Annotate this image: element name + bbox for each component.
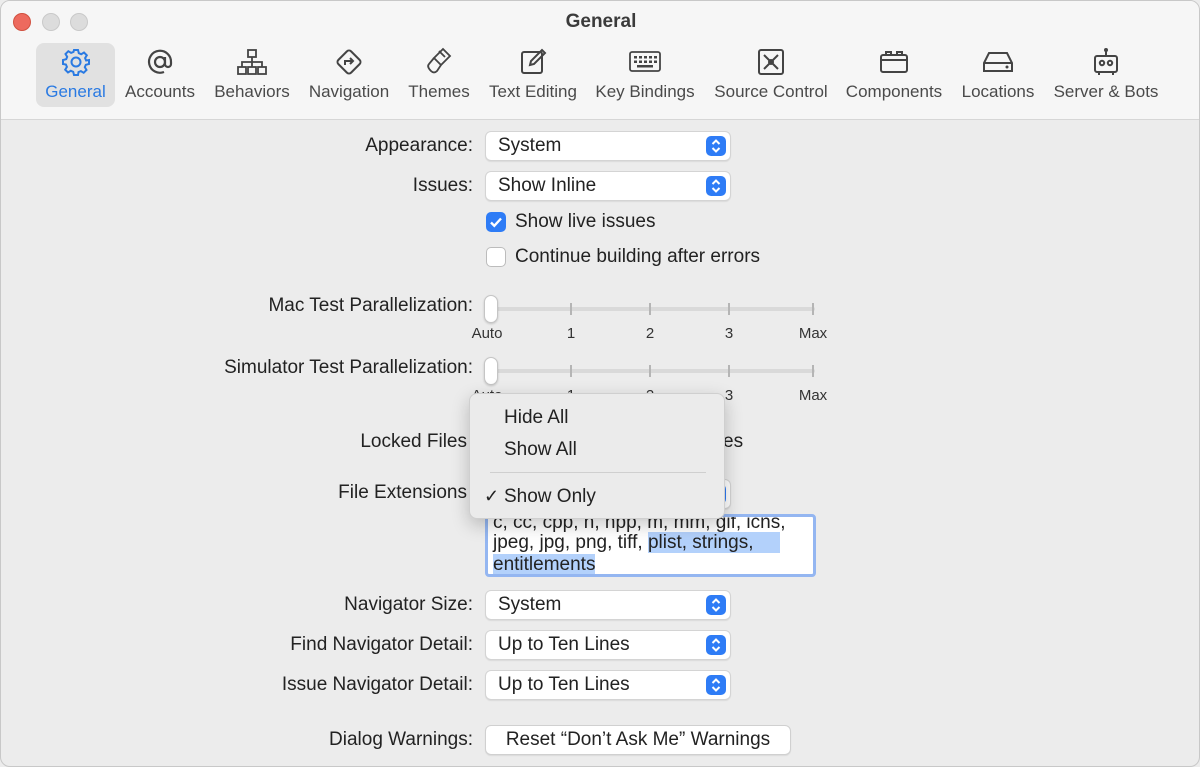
tab-label: Components [845, 82, 943, 101]
find-navigator-detail-value: Up to Ten Lines [498, 634, 630, 655]
continue-building-checkbox[interactable] [486, 247, 506, 267]
keyboard-icon [628, 43, 662, 81]
tick-mark [728, 365, 730, 377]
find-navigator-detail-popup[interactable]: Up to Ten Lines [485, 630, 731, 660]
file-extensions-line2-plain: jpeg, jpg, png, tiff, [493, 532, 648, 553]
appearance-label: Appearance: [365, 135, 473, 156]
behaviors-icon [236, 43, 268, 81]
issues-value: Show Inline [498, 175, 597, 196]
show-live-issues-checkbox[interactable] [486, 212, 506, 232]
navigation-icon [333, 43, 365, 81]
titlebar: General General Accounts Behaviors Navig… [1, 1, 1199, 120]
components-icon [878, 43, 910, 81]
tick-label: Auto [471, 325, 503, 342]
window-title: General [565, 11, 637, 32]
issue-navigator-detail-value: Up to Ten Lines [498, 674, 630, 695]
tab-label: Source Control [714, 82, 828, 101]
tab-server-bots[interactable]: Server & Bots [1049, 43, 1163, 107]
tab-behaviors[interactable]: Behaviors [209, 43, 295, 107]
menu-item-hide-all[interactable]: Hide All [504, 407, 568, 429]
chevron-updown-icon [706, 595, 726, 615]
tick-mark [570, 303, 572, 315]
checkmark-icon: ✓ [484, 486, 500, 506]
locked-files-value[interactable]: es [723, 431, 743, 453]
tab-label: Text Editing [489, 82, 577, 101]
navigator-size-label: Navigator Size: [344, 594, 473, 615]
edit-icon [518, 43, 548, 81]
issue-navigator-detail-popup[interactable]: Up to Ten Lines [485, 670, 731, 700]
tick-label: Max [798, 325, 828, 342]
tab-themes[interactable]: Themes [405, 43, 473, 107]
tick-mark [812, 365, 814, 377]
source-control-icon [756, 43, 786, 81]
tab-text-editing[interactable]: Text Editing [485, 43, 581, 107]
reset-warnings-button[interactable]: Reset “Don’t Ask Me” Warnings [485, 725, 791, 755]
slider-knob[interactable] [484, 357, 498, 385]
drive-icon [981, 43, 1015, 81]
brush-icon [424, 43, 454, 81]
find-navigator-detail-label: Find Navigator Detail: [290, 634, 473, 655]
menu-item-show-all[interactable]: Show All [504, 439, 577, 461]
preferences-window: General General Accounts Behaviors Navig… [0, 0, 1200, 767]
gear-icon [61, 43, 91, 81]
robot-icon [1091, 43, 1121, 81]
simulator-test-parallelization-label: Simulator Test Parallelization: [224, 357, 473, 378]
file-extensions-textarea[interactable]: c, cc, cpp, h, hpp, m, mm, gif, icns, jp… [485, 514, 816, 577]
at-icon [145, 43, 175, 81]
tick-mark [728, 303, 730, 315]
file-extensions-line2: jpeg, jpg, png, tiff, plist, strings, [493, 531, 780, 555]
tick-mark [570, 365, 572, 377]
appearance-popup[interactable]: System [485, 131, 731, 161]
issues-popup[interactable]: Show Inline [485, 171, 731, 201]
checkmark-icon [490, 217, 502, 228]
tick-label: 3 [724, 387, 734, 404]
file-extensions-label: File Extensions [338, 482, 467, 503]
tab-label: Navigation [308, 82, 390, 101]
tab-label: Behaviors [214, 82, 290, 101]
continue-building-label: Continue building after errors [515, 246, 761, 267]
tick-mark [649, 303, 651, 315]
locked-files-label: Locked Files [360, 431, 467, 452]
tab-key-bindings[interactable]: Key Bindings [593, 43, 697, 107]
selected-text: entitlements [493, 554, 596, 575]
navigator-size-popup[interactable]: System [485, 590, 731, 620]
tick-label: 3 [724, 325, 734, 342]
show-live-issues-label: Show live issues [515, 211, 656, 232]
dialog-warnings-label: Dialog Warnings: [329, 729, 473, 750]
tab-accounts[interactable]: Accounts [121, 43, 199, 107]
tick-label: Max [798, 387, 828, 404]
tab-label: Locations [961, 82, 1035, 101]
tab-label: Server & Bots [1053, 82, 1159, 101]
issues-label: Issues: [412, 175, 473, 196]
tick-mark [649, 365, 651, 377]
tick-label: 2 [645, 325, 655, 342]
slider-knob[interactable] [484, 295, 498, 323]
tab-navigation[interactable]: Navigation [304, 43, 394, 107]
issue-navigator-detail-label: Issue Navigator Detail: [281, 674, 473, 695]
menu-separator [490, 472, 706, 473]
tab-label: Key Bindings [595, 82, 695, 101]
appearance-value: System [498, 135, 562, 156]
file-extensions-line3: entitlements [493, 553, 596, 575]
tab-general[interactable]: General [36, 43, 115, 107]
menu-item-show-only[interactable]: Show Only [504, 486, 596, 508]
navigator-size-value: System [498, 594, 562, 615]
tab-label: General [45, 82, 106, 101]
tab-label: Themes [408, 82, 470, 101]
chevron-updown-icon [706, 136, 726, 156]
file-extensions-menu: Hide All Show All ✓ Show Only [469, 393, 725, 519]
chevron-updown-icon [706, 176, 726, 196]
tab-source-control[interactable]: Source Control [709, 43, 833, 107]
tab-label: Accounts [125, 82, 195, 101]
tab-components[interactable]: Components [841, 43, 947, 107]
chevron-updown-icon [706, 635, 726, 655]
tick-mark [812, 303, 814, 315]
mac-test-parallelization-label: Mac Test Parallelization: [268, 295, 473, 316]
tick-label: 1 [566, 325, 576, 342]
tab-locations[interactable]: Locations [956, 43, 1040, 107]
selected-text: plist, strings, [647, 532, 754, 553]
chevron-updown-icon [706, 675, 726, 695]
